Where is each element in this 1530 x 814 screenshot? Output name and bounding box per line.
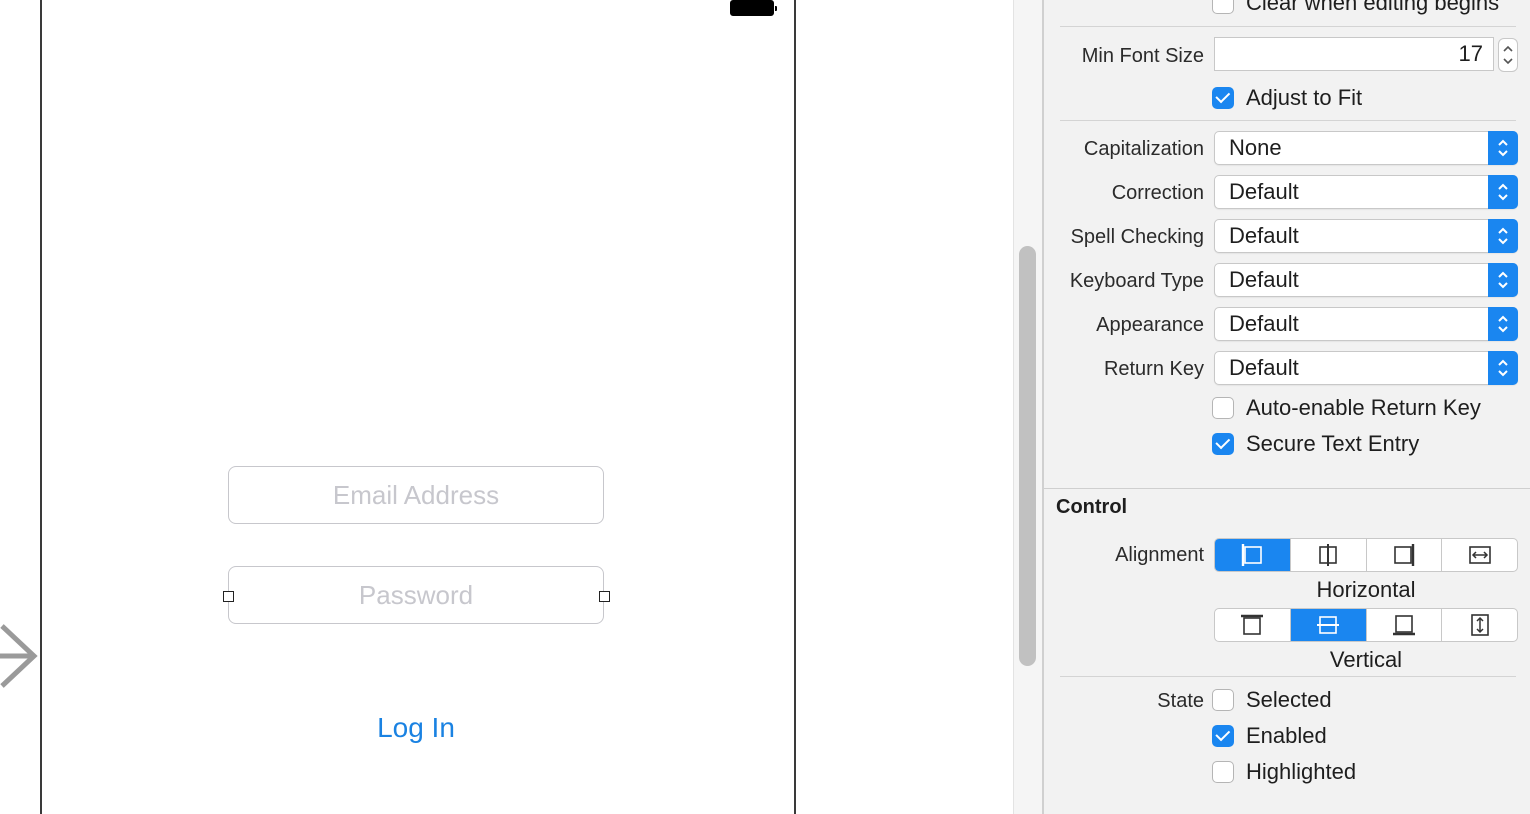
state-highlighted-row[interactable]: Highlighted [1212, 759, 1356, 785]
state-selected-checkbox[interactable] [1212, 689, 1234, 711]
chevron-updown-icon [1488, 263, 1518, 297]
attributes-inspector: Clear when editing begins Min Font Size … [1042, 0, 1530, 814]
capitalization-popup[interactable]: None [1214, 131, 1518, 165]
alignment-label: Alignment [1115, 544, 1204, 566]
return-key-label: Return Key [1103, 358, 1204, 380]
chevron-updown-icon [1488, 307, 1518, 341]
align-right-icon [1394, 544, 1415, 566]
adjust-to-fit-label: Adjust to Fit [1246, 85, 1363, 110]
password-placeholder: Password [358, 579, 474, 610]
keyboard-type-popup[interactable]: Default [1214, 263, 1518, 297]
login-button[interactable]: Log In [330, 704, 502, 752]
clear-when-editing-checkbox[interactable] [1212, 0, 1234, 14]
secure-text-entry-row[interactable]: Secure Text Entry [1212, 431, 1419, 457]
email-text-field[interactable]: Email Address [228, 466, 604, 524]
xcode-interface-builder: Email Address Password Log In Clear when… [0, 0, 1530, 814]
initial-view-controller-arrow-icon [0, 624, 38, 688]
state-highlighted-checkbox[interactable] [1212, 761, 1234, 783]
state-label: State [1157, 690, 1204, 712]
horizontal-caption: Horizontal [1316, 577, 1416, 602]
state-highlighted-label: Highlighted [1246, 759, 1357, 784]
return-key-value: Default [1229, 355, 1299, 380]
state-enabled-label: Enabled [1246, 723, 1327, 748]
correction-value: Default [1229, 179, 1299, 204]
spell-checking-label: Spell Checking [1070, 226, 1204, 248]
align-fill-vertical-segment[interactable] [1442, 609, 1517, 641]
align-center-horizontal-icon [1319, 544, 1337, 566]
align-fill-horizontal-segment[interactable] [1442, 539, 1517, 571]
horizontal-alignment-control[interactable] [1214, 538, 1518, 572]
divider [1060, 676, 1516, 677]
battery-icon [730, 0, 777, 16]
chevron-updown-icon [1488, 175, 1518, 209]
spell-checking-value: Default [1229, 223, 1299, 248]
state-selected-row[interactable]: Selected [1212, 687, 1332, 713]
canvas-scrollbar-thumb[interactable] [1019, 246, 1036, 666]
storyboard-canvas[interactable]: Email Address Password Log In [0, 0, 1013, 814]
clear-when-editing-row[interactable]: Clear when editing begins [1212, 0, 1499, 16]
chevron-updown-icon [1488, 219, 1518, 253]
min-font-size-input[interactable]: 17 [1214, 37, 1494, 71]
correction-label: Correction [1111, 182, 1204, 204]
align-left-segment[interactable] [1215, 539, 1291, 571]
align-bottom-segment[interactable] [1367, 609, 1443, 641]
appearance-value: Default [1229, 311, 1299, 336]
align-top-icon [1241, 614, 1264, 635]
align-fill-horizontal-icon [1468, 546, 1491, 564]
auto-enable-return-key-row[interactable]: Auto-enable Return Key [1212, 395, 1481, 421]
chevron-updown-icon [1488, 351, 1518, 385]
resize-handle-right[interactable] [599, 591, 610, 602]
spell-checking-popup[interactable]: Default [1214, 219, 1518, 253]
align-center-horizontal-segment[interactable] [1291, 539, 1367, 571]
chevron-updown-icon [1488, 131, 1518, 165]
align-right-segment[interactable] [1367, 539, 1443, 571]
section-divider [1044, 488, 1530, 489]
vertical-caption: Vertical [1329, 647, 1403, 672]
vertical-alignment-control[interactable] [1214, 608, 1518, 642]
appearance-label: Appearance [1096, 314, 1204, 336]
min-font-size-label: Min Font Size [1081, 45, 1204, 67]
capitalization-value: None [1229, 135, 1282, 160]
align-left-icon [1242, 544, 1263, 566]
divider [1060, 26, 1516, 27]
secure-text-entry-label: Secure Text Entry [1246, 431, 1420, 456]
capitalization-label: Capitalization [1083, 138, 1204, 160]
correction-popup[interactable]: Default [1214, 175, 1518, 209]
align-center-vertical-segment[interactable] [1290, 609, 1367, 641]
align-top-segment[interactable] [1215, 609, 1291, 641]
resize-handle-left[interactable] [223, 591, 234, 602]
view-controller-scene[interactable]: Email Address Password Log In [40, 0, 796, 814]
control-section-title: Control [1056, 496, 1128, 518]
align-fill-vertical-icon [1470, 614, 1489, 636]
auto-enable-return-key-label: Auto-enable Return Key [1246, 395, 1481, 420]
email-placeholder: Email Address [332, 479, 500, 510]
state-enabled-checkbox[interactable] [1212, 725, 1234, 747]
state-selected-label: Selected [1246, 687, 1332, 712]
keyboard-type-label: Keyboard Type [1069, 270, 1204, 292]
align-bottom-icon [1392, 615, 1415, 636]
secure-text-entry-checkbox[interactable] [1212, 433, 1234, 455]
password-text-field[interactable]: Password [228, 566, 604, 624]
appearance-popup[interactable]: Default [1214, 307, 1518, 341]
divider [1060, 120, 1516, 121]
stepper-arrows-icon [1503, 45, 1513, 65]
align-center-vertical-icon [1317, 616, 1340, 634]
adjust-to-fit-checkbox[interactable] [1212, 87, 1234, 109]
keyboard-type-value: Default [1229, 267, 1299, 292]
state-enabled-row[interactable]: Enabled [1212, 723, 1327, 749]
adjust-to-fit-row[interactable]: Adjust to Fit [1212, 85, 1362, 111]
min-font-size-stepper[interactable] [1498, 38, 1518, 72]
return-key-popup[interactable]: Default [1214, 351, 1518, 385]
auto-enable-return-key-checkbox[interactable] [1212, 397, 1234, 419]
clear-when-editing-label: Clear when editing begins [1246, 0, 1500, 15]
